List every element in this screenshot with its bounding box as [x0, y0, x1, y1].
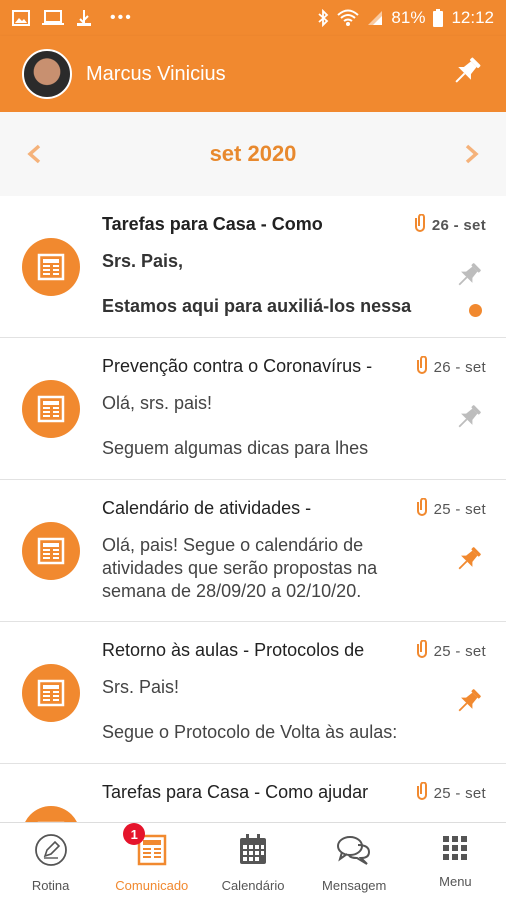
message-date: 25 - set	[433, 500, 486, 518]
more-notifications: •••	[110, 9, 133, 26]
month-title: set 2020	[209, 141, 297, 166]
wifi-icon	[337, 9, 360, 27]
nav-label: Mensagem	[322, 878, 387, 893]
avatar[interactable]	[22, 49, 72, 99]
bluetooth-icon	[317, 9, 329, 27]
status-bar: ••• 81% 12:12	[0, 0, 506, 36]
user-name: Marcus Vinicius	[86, 62, 226, 85]
nav-calendario[interactable]: Calendário	[202, 823, 303, 900]
message-title: Tarefas para Casa - Como	[102, 214, 323, 234]
preview-line: Srs. Pais!	[102, 677, 180, 697]
message-list: Tarefas para Casa - Como 26 - set Srs. P…	[0, 196, 506, 822]
chevron-left-icon[interactable]	[24, 144, 44, 164]
month-navigation: set 2020	[0, 112, 506, 196]
message-date: 26 - set	[431, 216, 486, 234]
laptop-icon	[42, 10, 64, 26]
newspaper-icon	[22, 522, 80, 580]
message-date: 25 - set	[433, 784, 486, 802]
message-date: 25 - set	[433, 642, 486, 660]
chat-bubbles-icon	[336, 833, 372, 872]
message-preview: Olá, pais! Segue o calendário de ativida…	[102, 534, 422, 603]
nav-label: Rotina	[31, 878, 70, 893]
nav-comunicado[interactable]: 1 Comunicado	[101, 823, 202, 900]
clock: 12:12	[451, 8, 494, 27]
nav-mensagem[interactable]: Mensagem	[304, 823, 405, 900]
message-preview: Srs. Pais! Segue o Protocolo de Volta às…	[102, 676, 432, 744]
preview-line: Olá, srs. pais!	[102, 393, 213, 413]
message-title: Retorno às aulas - Protocolos de	[102, 640, 365, 660]
paperclip-icon	[414, 213, 426, 236]
pin-icon[interactable]	[448, 54, 484, 95]
bottom-navigation: Rotina 1 Comunicado Calendário Mensagem …	[0, 822, 506, 900]
preview-line: Olá, pais! Segue o calendário de ativida…	[102, 535, 378, 601]
nav-rotina[interactable]: Rotina	[0, 823, 101, 900]
message-date: 26 - set	[433, 358, 486, 376]
message-item[interactable]: Tarefas para Casa - Como 26 - set Srs. P…	[0, 196, 506, 338]
usb-icon	[76, 9, 92, 27]
pencil-circle-icon	[34, 833, 68, 872]
preview-line: Segue o Protocolo de Volta às aulas:	[102, 722, 398, 742]
newspaper-icon	[22, 806, 80, 822]
paperclip-icon	[416, 639, 428, 662]
paperclip-icon	[416, 355, 428, 378]
nav-label: Comunicado	[115, 878, 189, 893]
pin-icon[interactable]	[452, 544, 484, 581]
newspaper-icon	[22, 238, 80, 296]
message-preview: Olá, srs. pais! Seguem algumas dicas par…	[102, 392, 432, 460]
message-title: Tarefas para Casa - Como ajudar	[102, 782, 369, 802]
nav-menu[interactable]: Menu	[405, 823, 506, 900]
message-item[interactable]: Retorno às aulas - Protocolos de 25 - se…	[0, 622, 506, 764]
nav-label: Menu	[439, 874, 472, 889]
app-header: Marcus Vinicius	[0, 36, 506, 112]
message-preview: Srs. Pais, Estamos aqui para auxiliá-los…	[102, 250, 432, 318]
battery-percent: 81%	[391, 8, 426, 27]
preview-line: Srs. Pais,	[102, 251, 184, 271]
message-title: Prevenção contra o Coronavírus -	[102, 356, 373, 376]
message-title: Calendário de atividades -	[102, 498, 312, 518]
message-item[interactable]: Prevenção contra o Coronavírus - 26 - se…	[0, 338, 506, 480]
grid-icon	[440, 833, 470, 868]
signal-icon	[367, 10, 383, 26]
message-item[interactable]: Calendário de atividades - 25 - set Olá,…	[0, 480, 506, 622]
unread-indicator	[469, 304, 482, 317]
preview-line: Estamos aqui para auxiliá-los nessa	[102, 296, 412, 316]
calendar-icon	[236, 833, 270, 872]
paperclip-icon	[416, 781, 428, 804]
image-icon	[12, 10, 30, 26]
preview-line: Seguem algumas dicas para lhes	[102, 438, 369, 458]
chevron-right-icon[interactable]	[462, 144, 482, 164]
message-item[interactable]: Tarefas para Casa - Como ajudar 25 - set	[0, 764, 506, 822]
pin-icon[interactable]	[452, 686, 484, 723]
newspaper-icon	[22, 664, 80, 722]
pin-icon[interactable]	[452, 402, 484, 439]
pin-icon[interactable]	[452, 260, 484, 297]
newspaper-icon	[22, 380, 80, 438]
nav-label: Calendário	[221, 878, 285, 893]
paperclip-icon	[416, 497, 428, 520]
battery-icon	[433, 9, 444, 27]
